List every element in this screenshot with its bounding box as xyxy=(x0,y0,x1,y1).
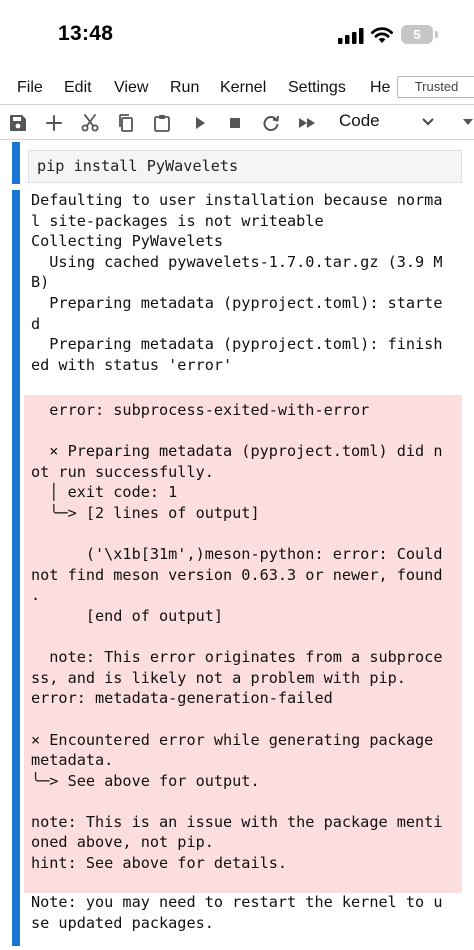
trusted-indicator[interactable]: Trusted xyxy=(397,76,474,98)
menu-edit[interactable]: Edit xyxy=(64,79,92,97)
cell-type-select[interactable]: Code xyxy=(339,111,380,131)
stdout-line: l site-packages is not writeable xyxy=(31,211,324,230)
battery-cap xyxy=(435,31,438,38)
input-code: pip install PyWavelets xyxy=(37,157,239,175)
stderr-line: ╰─> [2 lines of output] xyxy=(49,503,260,522)
stderr-line: not find meson version 0.63.3 or newer, … xyxy=(31,565,443,584)
menu-help[interactable]: He xyxy=(370,79,390,97)
stdout-line: Defaulting to user installation because … xyxy=(31,191,443,209)
add-cell-icon[interactable] xyxy=(44,113,64,133)
status-bar: 13:48 5 xyxy=(0,0,474,70)
battery-indicator: 5 xyxy=(401,25,433,44)
stdout-line: Preparing metadata (pyproject.toml): fin… xyxy=(49,335,443,354)
stderr-line: note: This error originates from a subpr… xyxy=(49,648,443,667)
caret-down-icon[interactable] xyxy=(462,118,474,126)
menu-kernel[interactable]: Kernel xyxy=(220,79,266,97)
notebook-toolbar: Code xyxy=(0,105,474,140)
stderr-line: error: metadata-generation-failed xyxy=(31,689,333,708)
stderr-line: note: This is an issue with the package … xyxy=(31,812,443,831)
run-icon[interactable] xyxy=(190,113,210,133)
output-collapse-bar[interactable] xyxy=(12,190,20,946)
stderr-line: [end of output] xyxy=(85,606,224,625)
stdout-output: Defaulting to user installation because … xyxy=(31,190,442,375)
stdout-line: ed with status 'error' xyxy=(31,355,233,374)
stderr-line: ot run successfully. xyxy=(31,462,214,481)
kernel-restart-note: Note: you may need to restart the kernel… xyxy=(31,892,442,933)
stdout-line: Collecting PyWavelets xyxy=(31,232,224,251)
chevron-down-icon[interactable] xyxy=(420,115,436,129)
code-input-cell[interactable]: pip install PyWavelets xyxy=(28,150,462,183)
status-time: 13:48 xyxy=(58,22,114,45)
stderr-line: . xyxy=(31,586,41,605)
stop-icon[interactable] xyxy=(225,113,245,133)
stdout-line: d xyxy=(31,314,41,333)
cut-icon[interactable] xyxy=(80,113,100,133)
note-line: se updated packages. xyxy=(31,913,214,932)
stderr-line: × Preparing metadata (pyproject.toml) di… xyxy=(49,442,443,461)
save-icon[interactable] xyxy=(8,113,28,133)
fast-forward-icon[interactable] xyxy=(297,113,317,133)
stderr-line: hint: See above for details. xyxy=(31,854,288,873)
stderr-line: × Encountered error while generating pac… xyxy=(31,730,434,749)
stdout-line: Preparing metadata (pyproject.toml): sta… xyxy=(49,293,443,312)
paste-icon[interactable] xyxy=(152,113,172,133)
stdout-line: Using cached pywavelets-1.7.0.tar.gz (3.… xyxy=(49,252,443,271)
menu-file[interactable]: File xyxy=(17,79,43,97)
note-line: Note: you may need to restart the kernel… xyxy=(31,893,443,911)
stderr-line: │ exit code: 1 xyxy=(49,483,178,502)
menu-settings[interactable]: Settings xyxy=(288,79,346,97)
stderr-line: metadata. xyxy=(31,751,114,770)
copy-icon[interactable] xyxy=(116,113,136,133)
cellular-signal-icon xyxy=(338,28,364,44)
stderr-line: ('\x1b[31m',)meson-python: error: Could xyxy=(85,545,443,564)
stderr-line: error: subprocess-exited-with-error xyxy=(49,401,370,419)
menu-run[interactable]: Run xyxy=(170,79,199,97)
cell-selection-bar[interactable] xyxy=(12,142,20,184)
stderr-line: ss, and is likely not a problem with pip… xyxy=(31,668,406,687)
stderr-output: error: subprocess-exited-with-error × Pr… xyxy=(31,400,442,874)
stderr-line: ╰─> See above for output. xyxy=(31,771,260,790)
restart-icon[interactable] xyxy=(261,113,281,133)
stdout-line: B) xyxy=(31,273,50,292)
wifi-icon xyxy=(371,27,393,43)
stderr-line: oned above, not pip. xyxy=(31,833,214,852)
menu-view[interactable]: View xyxy=(114,79,148,97)
